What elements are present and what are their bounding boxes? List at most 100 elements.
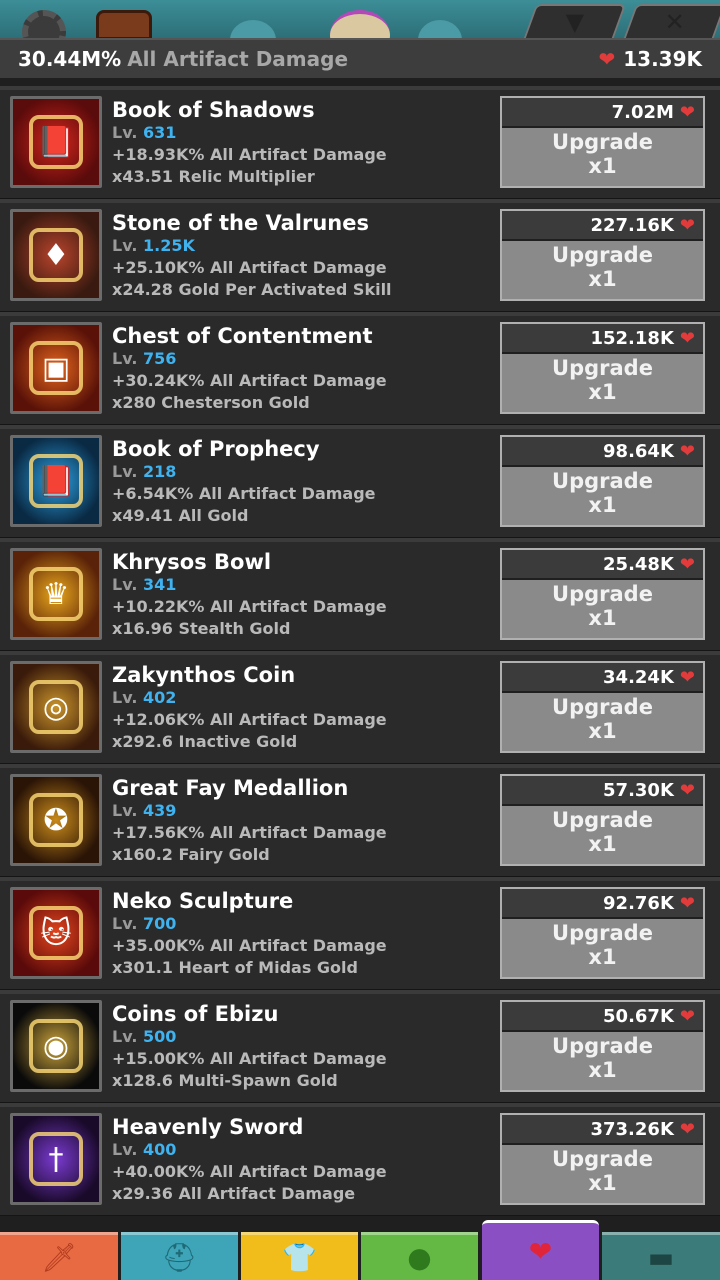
nav-tab-sword[interactable]: 🗡: [0, 1232, 118, 1280]
cost-value: 152.18K: [590, 327, 674, 349]
upgrade-button[interactable]: 50.67K ❤ Upgrade x1: [500, 1000, 705, 1092]
artifact-name: Neko Sculpture: [112, 889, 294, 913]
artifact-row[interactable]: 📕 Book of Prophecy Lv. 218 +6.54K% All A…: [0, 425, 720, 538]
relic-icon: ❤: [679, 553, 695, 575]
upgrade-cost: 57.30K ❤: [502, 776, 703, 806]
level-value: 402: [142, 688, 177, 707]
artifact-effect: x24.28 Gold Per Activated Skill: [112, 280, 392, 299]
upgrade-button[interactable]: 373.26K ❤ Upgrade x1: [500, 1113, 705, 1205]
close-icon: ✕: [664, 8, 685, 36]
upgrade-button[interactable]: 7.02M ❤ Upgrade x1: [500, 96, 705, 188]
upgrade-button[interactable]: 98.64K ❤ Upgrade x1: [500, 435, 705, 527]
level-prefix: Lv.: [112, 688, 138, 707]
level-prefix: Lv.: [112, 801, 138, 820]
artifact-level: Lv. 500: [112, 1027, 176, 1046]
collapse-panel-button[interactable]: ▼: [523, 4, 627, 38]
shirt-icon: 👕: [282, 1241, 317, 1274]
artifact-damage-bonus: +25.10K% All Artifact Damage: [112, 258, 387, 277]
artifact-name: Chest of Contentment: [112, 324, 373, 348]
upgrade-label: Upgrade: [552, 1147, 653, 1171]
upgrade-button[interactable]: 34.24K ❤ Upgrade x1: [500, 661, 705, 753]
artifact-list[interactable]: 📕 Book of Shadows Lv. 631 +18.93K% All A…: [0, 86, 720, 1216]
sword-icon: 🗡: [41, 1241, 77, 1274]
artifact-effect: x128.6 Multi-Spawn Gold: [112, 1071, 338, 1090]
upgrade-button[interactable]: 92.76K ❤ Upgrade x1: [500, 887, 705, 979]
scene-decoration: [330, 10, 390, 38]
upgrade-cost: 152.18K ❤: [502, 324, 703, 354]
artifact-effect: x29.36 All Artifact Damage: [112, 1184, 356, 1203]
artifact-row[interactable]: ♛ Khrysos Bowl Lv. 341 +10.22K% All Arti…: [0, 538, 720, 651]
artifact-thumbnail[interactable]: 📕: [10, 96, 102, 188]
artifact-row[interactable]: 🐱 Neko Sculpture Lv. 700 +35.00K% All Ar…: [0, 877, 720, 990]
upgrade-button[interactable]: 25.48K ❤ Upgrade x1: [500, 548, 705, 640]
artifact-row[interactable]: † Heavenly Sword Lv. 400 +40.00K% All Ar…: [0, 1103, 720, 1216]
upgrade-button[interactable]: 152.18K ❤ Upgrade x1: [500, 322, 705, 414]
cat-icon: 🐱: [29, 906, 83, 960]
artifact-level: Lv. 341: [112, 575, 176, 594]
artifact-thumbnail[interactable]: ▣: [10, 322, 102, 414]
artifact-row[interactable]: ✪ Great Fay Medallion Lv. 439 +17.56K% A…: [0, 764, 720, 877]
relic-icon: ❤: [679, 779, 695, 801]
level-prefix: Lv.: [112, 123, 138, 142]
cost-value: 98.64K: [603, 440, 674, 462]
artifact-name: Great Fay Medallion: [112, 776, 349, 800]
nav-tab-equipment[interactable]: 👕: [241, 1232, 358, 1280]
settings-gear-icon[interactable]: [22, 10, 66, 38]
upgrade-button[interactable]: 227.16K ❤ Upgrade x1: [500, 209, 705, 301]
nav-tab-artifacts[interactable]: ❤: [482, 1220, 599, 1280]
upgrade-label: Upgrade: [552, 808, 653, 832]
upgrade-multiplier: x1: [588, 267, 617, 291]
gem-icon: ♦: [29, 228, 83, 282]
artifact-row[interactable]: ◉ Coins of Ebizu Lv. 500 +15.00K% All Ar…: [0, 990, 720, 1103]
upgrade-cost: 373.26K ❤: [502, 1115, 703, 1145]
artifact-effect: x280 Chesterson Gold: [112, 393, 310, 412]
artifact-level: Lv. 218: [112, 462, 176, 481]
artifact-damage-bonus: +10.22K% All Artifact Damage: [112, 597, 387, 616]
artifact-damage-bonus: +17.56K% All Artifact Damage: [112, 823, 387, 842]
artifact-level: Lv. 402: [112, 688, 176, 707]
game-scene-strip: ▼ ✕: [0, 0, 720, 38]
viking-helmet-icon[interactable]: [96, 10, 152, 38]
artifact-damage-bonus: +30.24K% All Artifact Damage: [112, 371, 387, 390]
level-prefix: Lv.: [112, 1027, 138, 1046]
cost-value: 50.67K: [603, 1005, 674, 1027]
artifact-thumbnail[interactable]: 🐱: [10, 887, 102, 979]
artifact-level: Lv. 1.25K: [112, 236, 195, 255]
artifact-level: Lv. 400: [112, 1140, 176, 1159]
cost-value: 34.24K: [603, 666, 674, 688]
level-value: 439: [142, 801, 177, 820]
level-prefix: Lv.: [112, 575, 138, 594]
artifact-thumbnail[interactable]: ♛: [10, 548, 102, 640]
close-panel-button[interactable]: ✕: [623, 4, 720, 38]
level-value: 341: [142, 575, 177, 594]
bottom-nav: 🗡 ⛑ 👕 ● ❤ ▬: [0, 1220, 720, 1280]
level-prefix: Lv.: [112, 236, 138, 255]
nav-tab-shop[interactable]: ▬: [602, 1232, 720, 1280]
artifact-name: Heavenly Sword: [112, 1115, 304, 1139]
level-value: 1.25K: [142, 236, 195, 255]
artifact-damage-bonus: +35.00K% All Artifact Damage: [112, 936, 387, 955]
total-damage-label: All Artifact Damage: [127, 47, 349, 71]
artifact-row[interactable]: 📕 Book of Shadows Lv. 631 +18.93K% All A…: [0, 86, 720, 199]
artifact-effect: x301.1 Heart of Midas Gold: [112, 958, 358, 977]
artifact-thumbnail[interactable]: ◎: [10, 661, 102, 753]
artifact-thumbnail[interactable]: ◉: [10, 1000, 102, 1092]
artifact-name: Book of Shadows: [112, 98, 315, 122]
artifact-effect: x43.51 Relic Multiplier: [112, 167, 315, 186]
coin-icon: ◎: [29, 680, 83, 734]
artifact-row[interactable]: ◎ Zakynthos Coin Lv. 402 +12.06K% All Ar…: [0, 651, 720, 764]
upgrade-multiplier: x1: [588, 154, 617, 178]
artifact-row[interactable]: ♦ Stone of the Valrunes Lv. 1.25K +25.10…: [0, 199, 720, 312]
artifact-thumbnail[interactable]: ♦: [10, 209, 102, 301]
level-value: 400: [142, 1140, 177, 1159]
nav-tab-pets[interactable]: ●: [361, 1232, 478, 1280]
artifact-row[interactable]: ▣ Chest of Contentment Lv. 756 +30.24K% …: [0, 312, 720, 425]
artifact-thumbnail[interactable]: †: [10, 1113, 102, 1205]
upgrade-label: Upgrade: [552, 582, 653, 606]
level-prefix: Lv.: [112, 1140, 138, 1159]
level-value: 218: [142, 462, 177, 481]
artifact-thumbnail[interactable]: ✪: [10, 774, 102, 866]
artifact-thumbnail[interactable]: 📕: [10, 435, 102, 527]
upgrade-button[interactable]: 57.30K ❤ Upgrade x1: [500, 774, 705, 866]
nav-tab-heroes[interactable]: ⛑: [121, 1232, 238, 1280]
